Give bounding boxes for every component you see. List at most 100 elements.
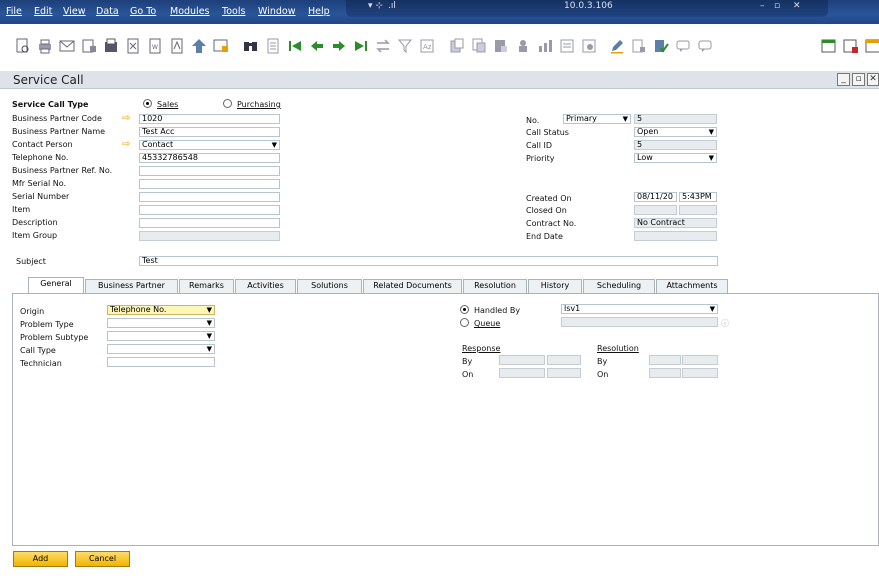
technician-field[interactable]: [107, 357, 215, 367]
cancel-button[interactable]: Cancel: [75, 551, 130, 567]
filter-icon[interactable]: [397, 38, 413, 54]
mfr-serial-field[interactable]: [139, 179, 280, 189]
refresh-icon[interactable]: [375, 38, 391, 54]
message-icon[interactable]: [675, 38, 691, 54]
link-arrow-icon[interactable]: ⇨: [122, 114, 130, 124]
tab-general[interactable]: General: [28, 277, 84, 294]
export-excel-icon[interactable]: [125, 38, 141, 54]
problem-type-dropdown[interactable]: [107, 318, 215, 328]
bp-name-field[interactable]: Test Acc: [139, 127, 280, 137]
close-window-icon[interactable]: [843, 38, 859, 54]
tab-resolution[interactable]: Resolution: [463, 279, 527, 293]
serial-number-field[interactable]: [139, 192, 280, 202]
print-icon[interactable]: [37, 38, 53, 54]
restore-session-icon[interactable]: ▫: [774, 1, 780, 11]
export-word-icon[interactable]: W: [147, 38, 163, 54]
handled-by-radio[interactable]: [460, 305, 469, 314]
edit-icon[interactable]: [609, 38, 625, 54]
first-record-icon[interactable]: [287, 38, 303, 54]
add-button[interactable]: Add: [13, 551, 68, 567]
tab-activities[interactable]: Activities: [235, 279, 296, 293]
previous-record-icon[interactable]: [309, 38, 325, 54]
print-preview-icon[interactable]: [15, 38, 31, 54]
last-record-icon[interactable]: [353, 38, 369, 54]
restore-window-button[interactable]: ▫: [852, 73, 865, 86]
sales-radio-label[interactable]: Sales: [157, 100, 178, 109]
sms-icon[interactable]: [81, 38, 97, 54]
menu-data[interactable]: Data: [96, 6, 119, 17]
alert-icon[interactable]: [697, 38, 713, 54]
created-on-time-field[interactable]: 5:43PM: [679, 192, 717, 202]
contact-person-dropdown[interactable]: Contact: [139, 140, 280, 150]
call-status-dropdown[interactable]: Open: [634, 127, 717, 137]
close-session-icon[interactable]: ✕: [793, 1, 801, 11]
call-type-dropdown[interactable]: [107, 344, 215, 354]
problem-subtype-dropdown[interactable]: [107, 331, 215, 341]
service-call-type-label: Service Call Type: [12, 100, 89, 109]
export-pdf-icon[interactable]: [169, 38, 185, 54]
origin-dropdown[interactable]: Telephone No.: [107, 305, 215, 315]
description-field[interactable]: [139, 218, 280, 228]
settings-dialog-icon[interactable]: [581, 38, 597, 54]
item-field[interactable]: [139, 205, 280, 215]
info-icon[interactable]: ⓘ: [721, 318, 729, 329]
copy-document-icon[interactable]: [631, 38, 647, 54]
menu-edit[interactable]: Edit: [34, 6, 52, 17]
purchasing-radio[interactable]: [223, 99, 232, 108]
help-icon[interactable]: [865, 38, 879, 54]
tab-attachments[interactable]: Attachments: [656, 279, 728, 293]
minimize-session-icon[interactable]: –: [760, 1, 765, 11]
tab-business-partner[interactable]: Business Partner: [85, 279, 178, 293]
email-icon[interactable]: [59, 38, 75, 54]
calendar-icon[interactable]: [821, 38, 837, 54]
target-document-icon[interactable]: [471, 38, 487, 54]
pin-icon[interactable]: ▾ ⊹: [368, 1, 383, 11]
volume-weight-icon[interactable]: [559, 38, 575, 54]
gross-profit-icon[interactable]: [537, 38, 553, 54]
menu-view[interactable]: View: [63, 6, 86, 17]
handled-by-label[interactable]: Handled By: [474, 306, 520, 315]
queue-label[interactable]: Queue: [474, 319, 500, 328]
call-id-field: 5: [634, 140, 717, 150]
bp-code-field[interactable]: 1020: [139, 114, 280, 124]
find-icon[interactable]: [243, 38, 259, 54]
approve-icon[interactable]: [653, 38, 669, 54]
payment-means-icon[interactable]: [515, 38, 531, 54]
tab-scheduling[interactable]: Scheduling: [583, 279, 655, 293]
priority-dropdown[interactable]: Low: [634, 153, 717, 163]
next-record-icon[interactable]: [331, 38, 347, 54]
menu-goto[interactable]: Go To: [130, 6, 156, 17]
tab-remarks[interactable]: Remarks: [179, 279, 234, 293]
base-document-icon[interactable]: [449, 38, 465, 54]
journal-entry-icon[interactable]: [493, 38, 509, 54]
launch-app-icon[interactable]: [191, 38, 207, 54]
sales-radio[interactable]: [143, 99, 152, 108]
close-window-button[interactable]: ✕: [867, 73, 879, 86]
purchasing-radio-label[interactable]: Purchasing: [237, 100, 281, 109]
tab-solutions[interactable]: Solutions: [297, 279, 362, 293]
toolbar: W Az: [0, 24, 879, 71]
lock-screen-icon[interactable]: [213, 38, 229, 54]
add-record-icon[interactable]: [265, 38, 281, 54]
created-on-date-field[interactable]: 08/11/20: [634, 192, 677, 202]
bp-ref-field[interactable]: [139, 166, 280, 176]
menu-tools[interactable]: Tools: [222, 6, 245, 17]
minimize-window-button[interactable]: _: [837, 73, 850, 86]
numbering-series-dropdown[interactable]: Primary: [563, 114, 631, 124]
fax-icon[interactable]: [103, 38, 119, 54]
menu-help[interactable]: Help: [308, 6, 330, 17]
menu-file[interactable]: File: [6, 6, 22, 17]
sort-icon[interactable]: Az: [419, 38, 435, 54]
menu-modules[interactable]: Modules: [170, 6, 210, 17]
queue-radio[interactable]: [460, 318, 469, 327]
call-status-label: Call Status: [526, 128, 569, 137]
menu-window[interactable]: Window: [258, 6, 295, 17]
tab-related-documents[interactable]: Related Documents: [363, 279, 462, 293]
tab-label: Activities: [247, 281, 284, 290]
link-arrow-icon[interactable]: ⇨: [122, 140, 130, 150]
created-on-label: Created On: [526, 194, 572, 203]
handled-by-dropdown[interactable]: lsv1: [561, 304, 718, 314]
tab-history[interactable]: History: [528, 279, 582, 293]
telephone-field[interactable]: 45332786548: [139, 153, 280, 163]
subject-field[interactable]: Test: [139, 256, 718, 266]
